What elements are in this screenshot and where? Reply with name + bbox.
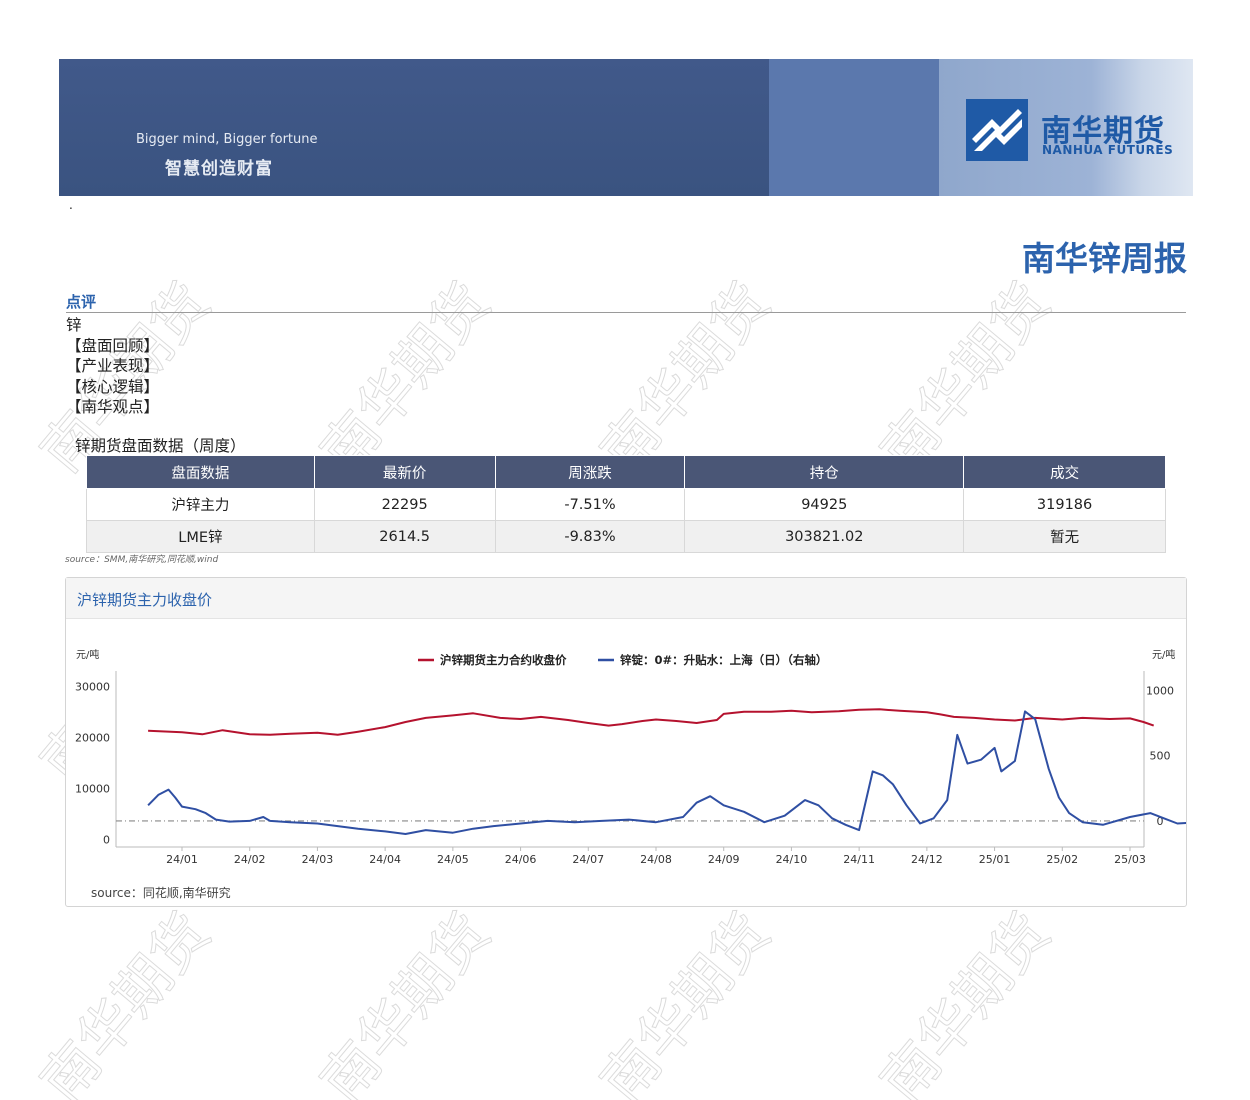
table-header-cell: 盘面数据 [86, 455, 315, 489]
watermark-text: 南华期货 [589, 901, 783, 1100]
tagline-zh: 智慧创造财富 [165, 159, 273, 179]
x-tick-label: 24/09 [708, 853, 740, 866]
page-marker: . [69, 198, 73, 212]
table-cell: -7.51% [494, 488, 686, 521]
comment-line: 【南华观点】 [66, 398, 160, 416]
right-tick-label: 1000 [1146, 685, 1174, 698]
section-divider [66, 312, 1186, 313]
watermark-text: 南华期货 [309, 901, 503, 1100]
left-tick-label: 10000 [75, 782, 110, 795]
x-tick-label: 25/02 [1046, 853, 1078, 866]
table-cell: 22295 [313, 488, 496, 521]
zinc-close-price-line [148, 708, 1155, 736]
watermark-text: 南华期货 [589, 271, 783, 484]
table-cell: 2614.5 [313, 520, 496, 553]
x-tick-label: 24/05 [437, 853, 469, 866]
comment-block: 锌 【盘面回顾】 【产业表现】 【核心逻辑】 【南华观点】 [66, 315, 159, 418]
legend-label: 锌锭：0#：升贴水：上海（日）（右轴） [620, 653, 827, 667]
tagline-en: Bigger mind, Bigger fortune [136, 132, 318, 147]
x-tick-label: 24/10 [776, 853, 808, 866]
table-cell: 沪锌主力 [86, 488, 315, 521]
table-row: 沪锌主力 22295 -7.51% 94925 319186 [86, 488, 1166, 521]
table-header-cell: 持仓 [684, 455, 965, 489]
table-source: source：SMM,南华研究,同花顺,wind [65, 555, 219, 565]
comment-line: 锌 [66, 316, 82, 334]
table-header-cell: 成交 [963, 455, 1166, 489]
left-tick-label: 0 [103, 833, 110, 846]
x-tick-label: 24/01 [166, 853, 198, 866]
table-cell: -9.83% [494, 520, 686, 553]
x-tick-label: 25/01 [979, 853, 1011, 866]
chart-source: source：同花顺,南华研究 [91, 886, 231, 900]
table-cell: 暂无 [963, 520, 1166, 553]
chart-panel-header: 沪锌期货主力收盘价 [66, 578, 1186, 619]
x-tick-label: 25/03 [1114, 853, 1146, 866]
x-tick-label: 24/04 [369, 853, 401, 866]
table-header-cell: 最新价 [313, 455, 496, 489]
table-cell: 94925 [684, 488, 965, 521]
comment-line: 【产业表现】 [66, 357, 160, 375]
right-tick-label: 500 [1150, 750, 1171, 763]
table-title: 锌期货盘面数据（周度） [75, 437, 246, 455]
chart-panel-title: 沪锌期货主力收盘价 [77, 591, 213, 609]
header-banner: Bigger mind, Bigger fortune 智慧创造财富 南华期货 … [59, 59, 1193, 196]
table-header-row: 盘面数据 最新价 周涨跌 持仓 成交 [86, 455, 1166, 489]
legend-label: 沪锌期货主力合约收盘价 [440, 653, 567, 667]
section-title: 点评 [66, 293, 97, 311]
nanhua-logo-icon [966, 99, 1028, 161]
table-cell: 319186 [963, 488, 1166, 521]
table-cell: LME锌 [86, 520, 315, 553]
table-row: LME锌 2614.5 -9.83% 303821.02 暂无 [86, 520, 1166, 553]
watermark-text: 南华期货 [869, 901, 1063, 1100]
x-tick-label: 24/08 [640, 853, 672, 866]
comment-line: 【盘面回顾】 [66, 336, 160, 355]
x-tick-label: 24/11 [843, 853, 875, 866]
table-cell: 303821.02 [684, 520, 965, 553]
market-data-table: 盘面数据 最新价 周涨跌 持仓 成交 沪锌主力 22295 -7.51% 949… [86, 455, 1166, 553]
watermark-text: 南华期货 [309, 271, 503, 484]
table-header-cell: 周涨跌 [494, 455, 686, 489]
x-tick-label: 24/12 [911, 853, 943, 866]
x-tick-label: 24/06 [505, 853, 537, 866]
zinc-spot-premium-line [147, 710, 1186, 835]
price-chart: 元/吨 元/吨30000200001000001000500024/01 24/02… [75, 648, 1186, 866]
left-unit-label: 元/吨 [76, 648, 99, 661]
watermark-text: 南华期货 [869, 271, 1063, 484]
x-tick-label: 24/02 [234, 853, 266, 866]
x-tick-label: 24/07 [572, 853, 604, 866]
x-tick-label: 24/03 [302, 853, 334, 866]
left-tick-label: 20000 [75, 731, 110, 744]
banner-mid-panel [769, 59, 939, 196]
logo-text-en: NANHUA FUTURES [1042, 143, 1174, 157]
comment-line: 【核心逻辑】 [66, 377, 160, 396]
left-tick-label: 30000 [75, 680, 110, 693]
watermark-text: 南华期货 [29, 901, 223, 1100]
right-unit-label: 元/吨 [1152, 648, 1175, 661]
chart-panel: 沪锌期货主力收盘价 元/吨 元/吨 30000 20000 10000 0 1000 500 0… [65, 577, 1187, 907]
report-title: 南华锌周报 [1022, 239, 1187, 278]
